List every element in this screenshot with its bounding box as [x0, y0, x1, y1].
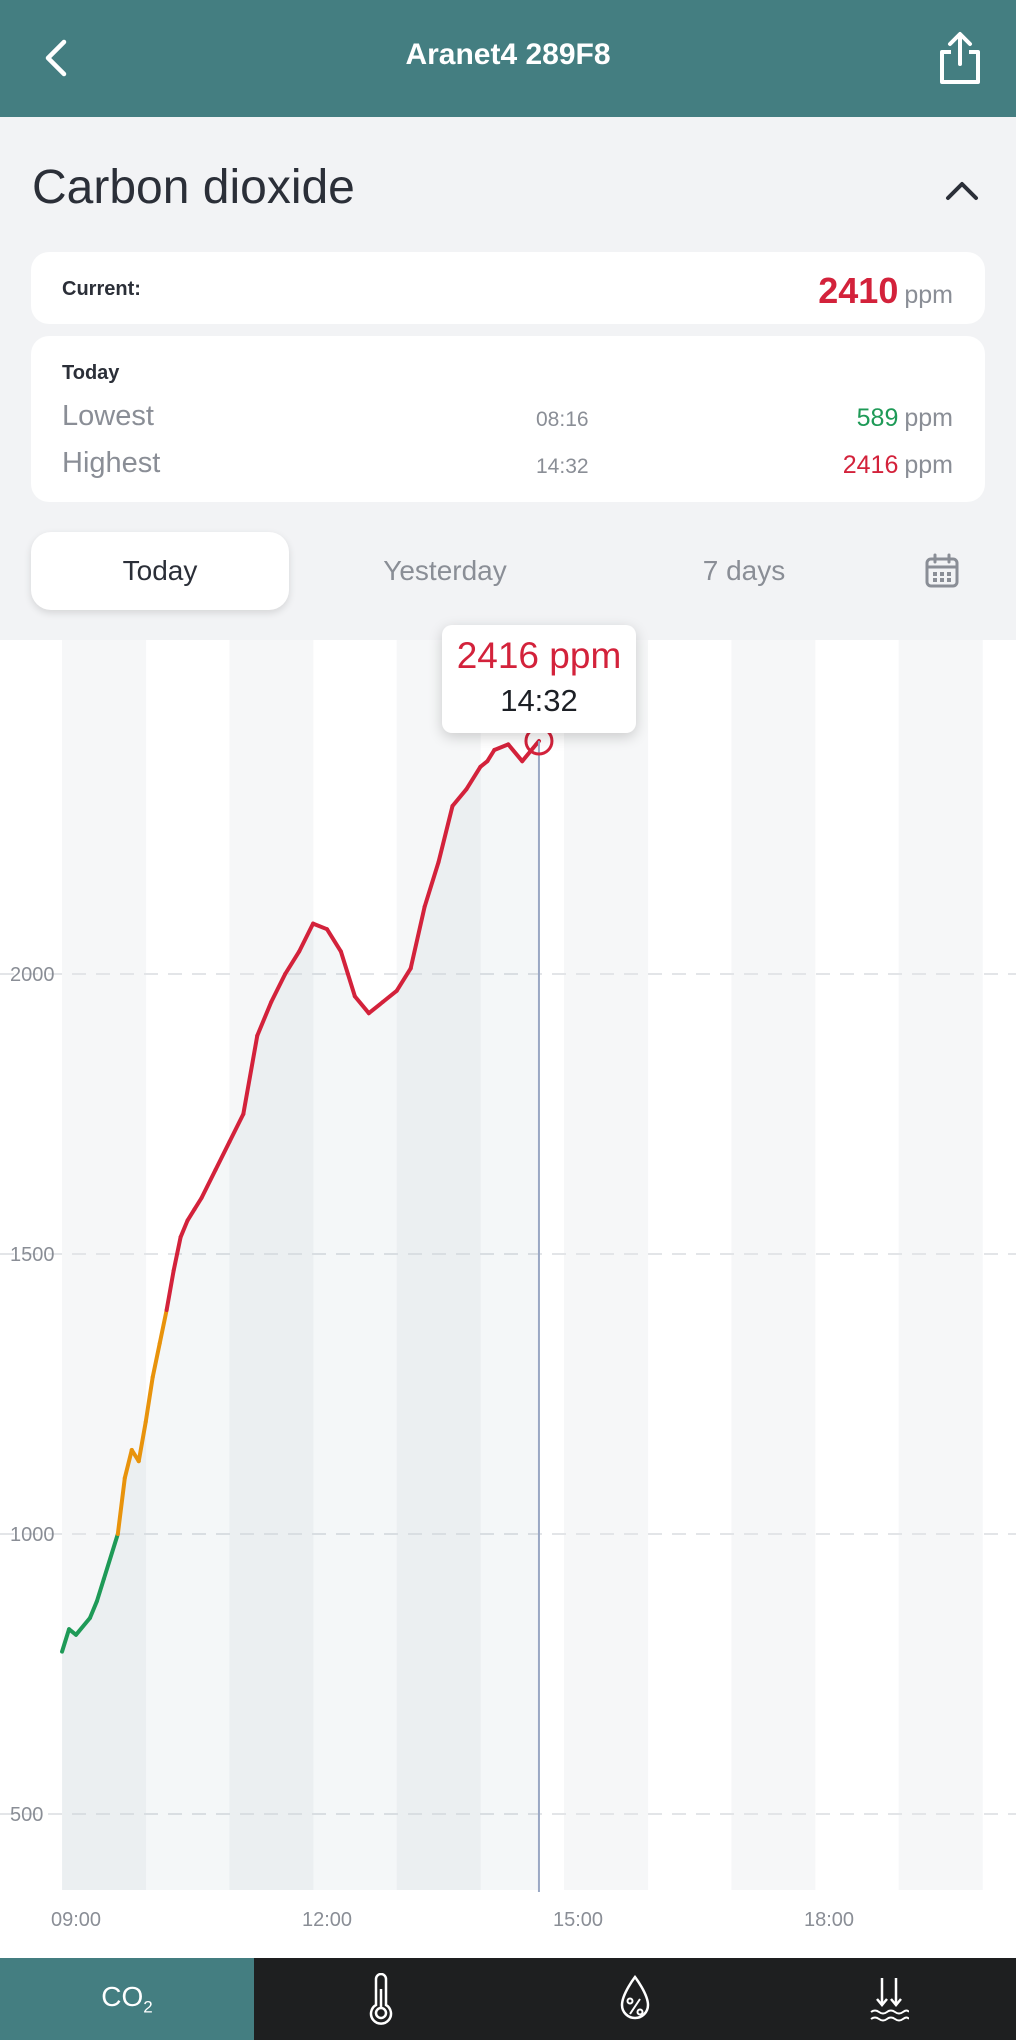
- lowest-value-number: 589: [856, 404, 899, 432]
- highest-time: 14:32: [536, 455, 589, 478]
- share-icon[interactable]: [934, 30, 986, 86]
- thermometer-icon: [369, 1973, 393, 2025]
- bottom-nav: CO2: [0, 1958, 1016, 2040]
- lowest-row: Lowest 08:16 589 ppm: [62, 398, 953, 438]
- calendar-icon[interactable]: [924, 553, 960, 589]
- tab-today[interactable]: Today: [31, 532, 289, 610]
- range-tabs: Today Yesterday 7 days: [31, 532, 985, 610]
- highest-value-unit: ppm: [904, 451, 953, 479]
- lowest-value-unit: ppm: [904, 404, 953, 432]
- x-tick-label: 09:00: [51, 1909, 101, 1931]
- lowest-time: 08:16: [536, 408, 589, 431]
- y-tick-label: 1500: [10, 1244, 55, 1266]
- tooltip-value: 2416 ppm: [456, 635, 622, 676]
- highest-value-number: 2416: [842, 451, 899, 479]
- co2-label: CO2: [101, 1981, 152, 2018]
- current-value: 2410 ppm: [818, 270, 953, 312]
- app-header: Aranet4 289F8: [0, 0, 1016, 117]
- chevron-up-icon[interactable]: [940, 168, 984, 212]
- co2-chart[interactable]: 500 1000 1500 2000 09:00 12:00 15:00 18:00: [0, 640, 1016, 1958]
- tab-7-days[interactable]: 7 days: [615, 532, 873, 610]
- x-tick-label: 18:00: [804, 1909, 854, 1931]
- nav-co2[interactable]: CO2: [0, 1958, 254, 2040]
- y-tick-label: 1000: [10, 1524, 55, 1546]
- highest-value: 2416 ppm: [843, 451, 953, 480]
- today-stats-card: Today Lowest 08:16 589 ppm Highest 14:32 …: [31, 336, 985, 502]
- co2-chart-svg[interactable]: 500 1000 1500 2000 09:00 12:00 15:00 18:00: [0, 640, 1016, 1958]
- highest-label: Highest: [62, 447, 161, 479]
- current-value-unit: ppm: [904, 281, 953, 309]
- tab-yesterday[interactable]: Yesterday: [316, 532, 574, 610]
- y-tick-label: 500: [10, 1804, 43, 1826]
- x-tick-label: 15:00: [553, 1909, 603, 1931]
- pressure-icon: [870, 1978, 909, 2022]
- co2-label-text: CO: [101, 1980, 144, 2012]
- tooltip-time: 14:32: [500, 683, 578, 718]
- lowest-label: Lowest: [62, 400, 154, 432]
- x-tick-label: 12:00: [302, 1909, 352, 1931]
- lowest-value: 589 ppm: [857, 404, 953, 433]
- current-label: Current:: [62, 278, 141, 300]
- current-reading-card: Current: 2410 ppm: [31, 252, 985, 324]
- nav-humidity[interactable]: [508, 1958, 762, 2040]
- co2-label-subscript: 2: [143, 1997, 153, 2017]
- hour-band: [898, 640, 983, 1890]
- current-value-number: 2410: [818, 270, 899, 311]
- highest-row: Highest 14:32 2416 ppm: [62, 445, 953, 485]
- chart-tooltip: 2416 ppm 14:32: [442, 625, 636, 733]
- hour-band: [564, 640, 649, 1890]
- page-title: Aranet4 289F8: [405, 38, 611, 71]
- humidity-icon: [620, 1974, 650, 2020]
- section-title: Carbon dioxide: [32, 161, 355, 214]
- today-header: Today: [62, 362, 120, 384]
- hour-band: [731, 640, 816, 1890]
- nav-temperature[interactable]: [254, 1958, 508, 2040]
- y-tick-label: 2000: [10, 964, 55, 986]
- nav-pressure[interactable]: [762, 1958, 1016, 2040]
